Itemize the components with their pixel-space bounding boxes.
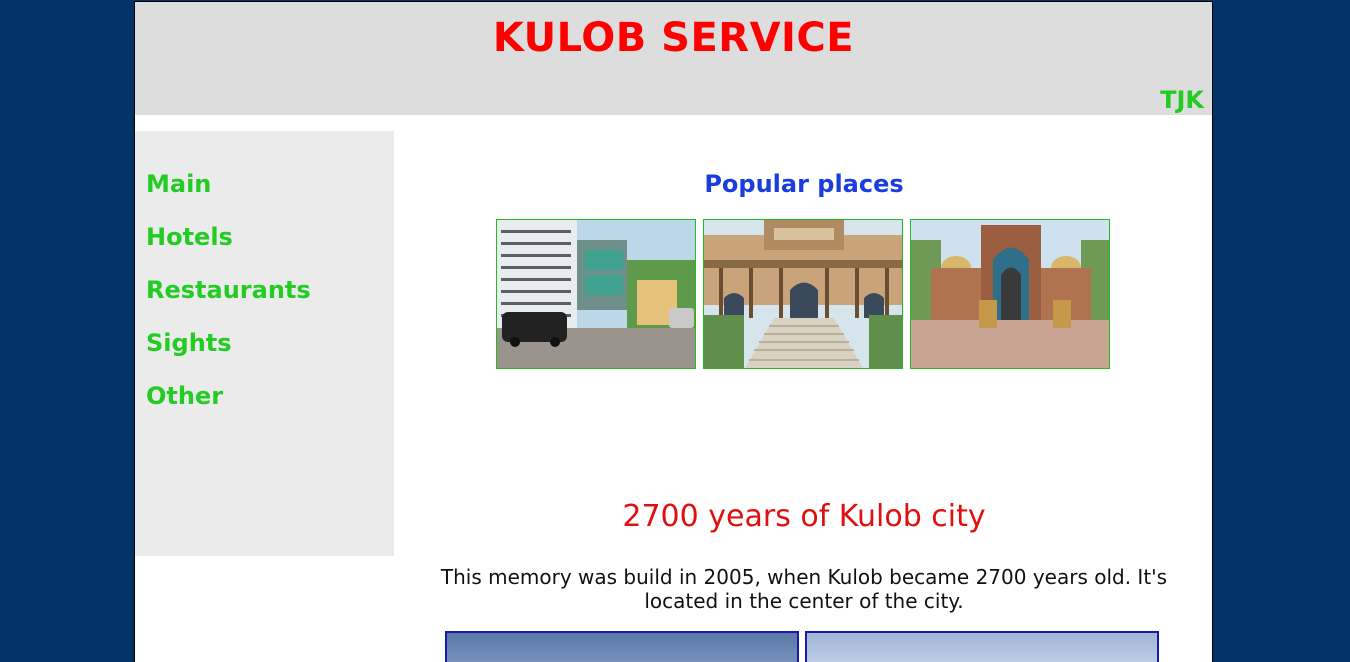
site-title: KULOB SERVICE: [492, 15, 855, 61]
thumbnail-monument[interactable]: [910, 219, 1110, 369]
bottom-image-left[interactable]: [445, 631, 799, 662]
popular-places-title: Popular places: [704, 170, 904, 198]
description-text: This memory was build in 2005, when Kulo…: [440, 565, 1168, 613]
main-content: Popular places 2700 years of Kulob city …: [394, 115, 1212, 662]
city-anniversary-title: 2700 years of Kulob city: [622, 499, 986, 534]
sidebar-item-restaurants[interactable]: Restaurants: [146, 276, 311, 304]
language-link[interactable]: TJK: [1160, 86, 1204, 114]
page-container: KULOB SERVICE TJK Main Hotels Restaurant…: [134, 1, 1213, 662]
thumbnail-hotel[interactable]: [496, 219, 696, 369]
sidebar-item-sights[interactable]: Sights: [146, 329, 232, 357]
sidebar-nav: Main Hotels Restaurants Sights Other: [135, 131, 394, 556]
bottom-image-right[interactable]: [805, 631, 1159, 662]
sidebar-item-hotels[interactable]: Hotels: [146, 223, 233, 251]
sidebar-item-other[interactable]: Other: [146, 382, 223, 410]
thumbnail-ornate-building[interactable]: [703, 219, 903, 369]
sidebar-item-main[interactable]: Main: [146, 170, 211, 198]
header: KULOB SERVICE TJK: [135, 2, 1212, 115]
